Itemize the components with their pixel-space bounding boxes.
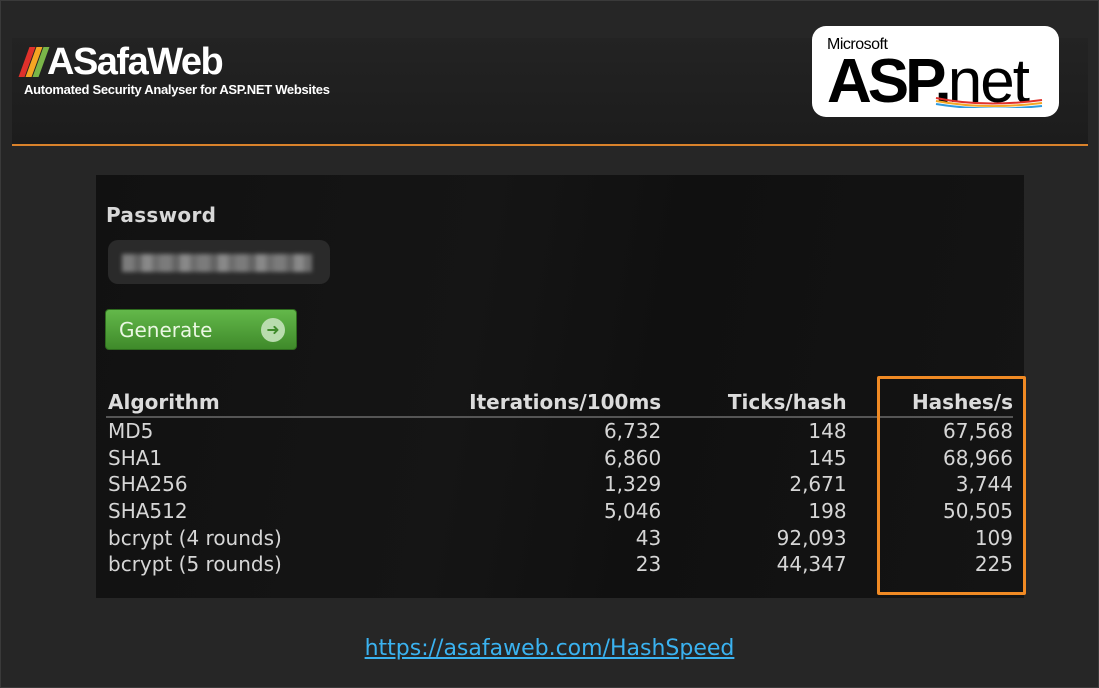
generate-button-label: Generate <box>119 318 213 342</box>
asafaweb-logo[interactable]: ASafaWeb <box>18 41 224 83</box>
algorithm-cell: SHA512 <box>108 499 188 524</box>
password-input[interactable] <box>108 240 330 284</box>
arrow-right-circle-icon: ➜ <box>261 318 285 342</box>
asp-text: ASP <box>827 47 938 116</box>
hashes-column-highlight <box>877 376 1026 595</box>
iterations-cell: 23 <box>635 552 662 577</box>
password-obscured-value <box>122 254 312 272</box>
ticks-cell: 92,093 <box>776 525 847 550</box>
ticks-cell: 44,347 <box>776 552 847 577</box>
header-ticks: Ticks/hash <box>661 389 847 418</box>
ticks-cell: 198 <box>808 499 847 524</box>
algorithm-cell: bcrypt (4 rounds) <box>108 525 282 550</box>
ticks-cell: 2,671 <box>789 472 847 497</box>
generate-button[interactable]: Generate ➜ <box>105 309 297 350</box>
algorithm-cell: SHA1 <box>108 445 163 470</box>
algorithm-cell: SHA256 <box>108 472 188 497</box>
hash-speed-link[interactable]: https://asafaweb.com/HashSpeed <box>0 636 1099 661</box>
ticks-cell: 145 <box>808 445 847 470</box>
algorithm-cell: MD5 <box>108 419 154 444</box>
iterations-cell: 6,860 <box>603 445 662 470</box>
header-algorithm: Algorithm <box>106 389 357 418</box>
iterations-cell: 43 <box>635 525 662 550</box>
iterations-cell: 1,329 <box>603 472 662 497</box>
iterations-cell: 5,046 <box>603 499 662 524</box>
rainbow-swoosh-icon <box>935 97 1043 108</box>
logo-stripes-icon <box>18 47 50 77</box>
ticks-cell: 148 <box>808 419 847 444</box>
algorithm-cell: bcrypt (5 rounds) <box>108 552 282 577</box>
microsoft-aspnet-logo: Microsoft ASP.net <box>812 26 1059 117</box>
password-label: Password <box>106 203 217 227</box>
header-iterations: Iterations/100ms <box>356 389 662 418</box>
logo-text: ASafaWeb <box>47 41 224 83</box>
site-tagline: Automated Security Analyser for ASP.NET … <box>24 82 330 97</box>
iterations-cell: 6,732 <box>603 419 662 444</box>
